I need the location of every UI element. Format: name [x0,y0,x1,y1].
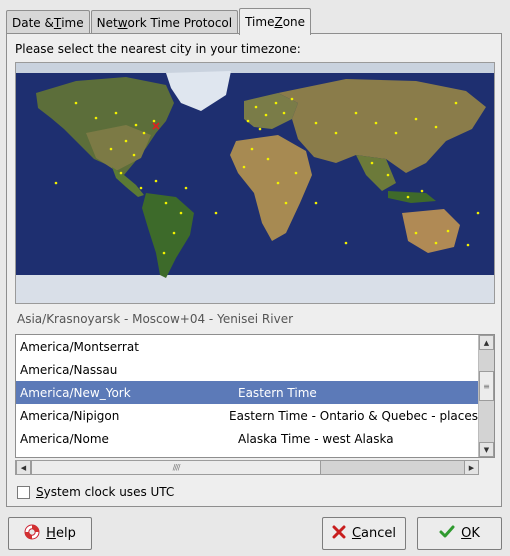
scroll-left-button[interactable]: ◀ [16,460,31,475]
timezone-comment: Eastern Time [238,385,317,400]
cancel-button[interactable]: Cancel [322,517,406,550]
tab-mnemonic: Z [274,15,283,29]
list-item[interactable]: America/Montserrat [16,335,478,358]
ok-button[interactable]: OK [417,517,502,550]
tab-label: Time [245,15,275,29]
tab-time-zone[interactable]: Time Zone [239,8,312,35]
timezone-name: America/Nome [20,431,109,446]
timezone-name: America/Nipigon [20,408,120,423]
time-zone-panel: Please select the nearest city in your t… [6,33,502,507]
list-item[interactable]: America/Nome Alaska Time - west Alaska [16,427,478,450]
scroll-up-button[interactable]: ▲ [479,335,494,350]
list-item-selected[interactable]: America/New_York Eastern Time [16,381,478,404]
tab-mnemonic: w [117,15,128,30]
vertical-scroll-thumb[interactable]: ≡ [479,371,494,401]
tab-label: Date & [12,15,54,30]
utc-checkbox[interactable] [17,485,30,499]
horizontal-scroll-thumb[interactable]: //// [31,461,321,474]
timezone-comment: Alaska Time - west Alaska [238,431,394,446]
hovered-timezone-label: Asia/Krasnoyarsk - Moscow+04 - Yenisei R… [17,312,294,326]
grip-icon: ≡ [483,381,490,391]
tab-date-time[interactable]: Date & Time [6,10,90,34]
tab-bar: Date & Time Net w ork Time Protocol Time Z… [6,8,312,35]
arrow-down-icon: ▼ [483,445,490,454]
ok-mnemonic: O [461,526,472,541]
timezone-comment: Eastern Time - Ontario & Quebec - places [229,408,478,423]
utc-mnemonic: S [36,485,44,499]
timezone-list[interactable]: America/Montserrat America/Nassau Americ… [15,334,495,458]
ok-label: K [471,526,480,541]
checkmark-icon [439,525,455,543]
scroll-down-button[interactable]: ▼ [479,442,494,457]
tab-label: one [282,15,306,29]
utc-option[interactable]: System clock uses UTC [17,485,174,499]
arrow-up-icon: ▲ [483,338,490,347]
tab-network-time-protocol[interactable]: Net w ork Time Protocol [90,10,239,34]
world-map[interactable] [15,62,495,304]
timezone-name: America/Montserrat [20,339,139,354]
horizontal-scrollbar[interactable]: ◀ //// ▶ [15,460,479,475]
x-icon [332,525,346,543]
cancel-label: ancel [361,526,397,541]
timezone-prompt: Please select the nearest city in your t… [15,42,301,56]
lifebuoy-icon [24,524,40,544]
help-button[interactable]: Help [8,517,92,550]
scroll-right-button[interactable]: ▶ [464,460,479,475]
cancel-mnemonic: C [351,526,362,541]
vertical-scrollbar[interactable]: ▲ ≡ ▼ [478,335,494,457]
timezone-name: America/New_York [20,385,131,400]
list-item[interactable]: America/Nipigon Eastern Time - Ontario &… [16,404,478,427]
arrow-right-icon: ▶ [468,463,475,472]
grip-icon: //// [172,463,181,472]
help-mnemonic: H [46,526,56,541]
tab-label: ime [61,15,84,30]
tab-mnemonic: T [53,15,62,30]
arrow-left-icon: ◀ [20,463,27,472]
tab-label: ork Time Protocol [127,15,233,30]
tab-label: Net [96,15,118,30]
help-label: elp [55,526,76,541]
utc-label: ystem clock uses UTC [43,485,175,499]
world-map-image[interactable] [16,63,494,303]
timezone-name: America/Nassau [20,362,118,377]
list-item[interactable]: America/Nassau [16,358,478,381]
